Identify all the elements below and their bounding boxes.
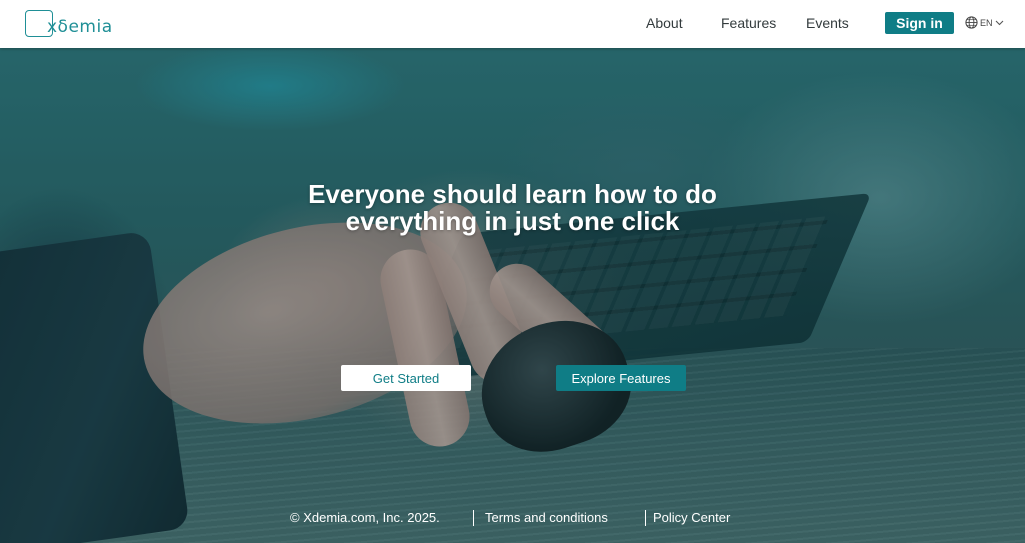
hero-headline: Everyone should learn how to do everythi… <box>0 181 1025 235</box>
footer-divider <box>645 510 646 526</box>
get-started-button[interactable]: Get Started <box>341 365 471 391</box>
policy-center-link[interactable]: Policy Center <box>653 510 730 525</box>
nav-link-events[interactable]: Events <box>806 15 849 31</box>
chevron-down-icon <box>995 20 1003 25</box>
xdemia-logo[interactable]: xδemia <box>25 10 113 37</box>
hero-section: Everyone should learn how to do everythi… <box>0 48 1025 543</box>
logo-mark <box>25 10 53 37</box>
landing-page: xδemia About Features Events Sign in EN <box>0 0 1025 543</box>
headline-line-1: Everyone should learn how to do <box>308 179 717 209</box>
top-navigation-bar: xδemia About Features Events Sign in EN <box>0 0 1025 48</box>
footer-bar: © Xdemia.com, Inc. 2025. Terms and condi… <box>0 510 1025 528</box>
logo-wordmark: xδemia <box>47 16 113 37</box>
terms-link[interactable]: Terms and conditions <box>485 510 608 525</box>
language-selector[interactable]: EN <box>965 16 1004 29</box>
copyright-text: © Xdemia.com, Inc. 2025. <box>290 510 440 525</box>
sign-in-button[interactable]: Sign in <box>885 12 954 34</box>
footer-divider <box>473 510 474 526</box>
nav-link-about[interactable]: About <box>646 15 683 31</box>
globe-icon <box>965 16 978 29</box>
hero-overlay <box>0 48 1025 543</box>
explore-features-button[interactable]: Explore Features <box>556 365 686 391</box>
language-code: EN <box>980 17 993 28</box>
nav-link-features[interactable]: Features <box>721 15 776 31</box>
headline-line-2: everything in just one click <box>345 206 680 236</box>
